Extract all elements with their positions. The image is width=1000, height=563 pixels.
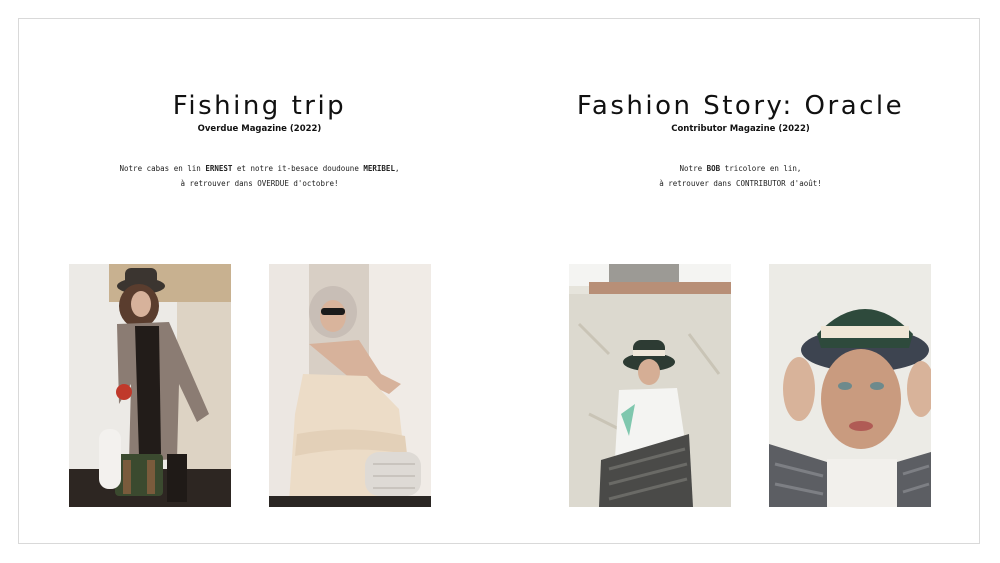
editorial-photo[interactable] <box>569 264 731 507</box>
story-fishing-trip: Fishing trip Overdue Magazine (2022) Not… <box>19 19 500 543</box>
story-subtitle: Contributor Magazine (2022) <box>671 124 810 134</box>
caption-line-2: à retrouver dans CONTRIBUTOR d'août! <box>659 178 822 188</box>
caption-text: Notre cabas en lin <box>119 164 206 173</box>
story-title: Fishing trip <box>172 91 347 121</box>
product-name: BOB <box>706 164 721 173</box>
product-name: MERIBEL <box>363 164 395 173</box>
story-fashion-story-oracle: Fashion Story: Oracle Contributor Magazi… <box>500 19 981 543</box>
caption-text: et notre it-besace doudoune <box>232 164 364 173</box>
content-frame: Fishing trip Overdue Magazine (2022) Not… <box>18 18 980 544</box>
editorial-photo[interactable] <box>769 264 931 507</box>
story-caption: Notre cabas en lin ERNEST et notre it-be… <box>19 162 500 191</box>
editorial-photo[interactable] <box>69 264 231 507</box>
caption-line-1: Notre BOB tricolore en lin, <box>500 162 981 177</box>
caption-text: Notre <box>679 164 707 173</box>
product-name: ERNEST <box>205 164 233 173</box>
editorial-photo[interactable] <box>269 264 431 507</box>
story-subtitle: Overdue Magazine (2022) <box>197 124 322 134</box>
caption-line-1: Notre cabas en lin ERNEST et notre it-be… <box>19 162 500 177</box>
story-title: Fashion Story: Oracle <box>576 91 905 121</box>
caption-line-2: à retrouver dans OVERDUE d'octobre! <box>180 178 339 188</box>
caption-text: , <box>394 164 400 173</box>
story-caption: Notre BOB tricolore en lin, à retrouver … <box>500 162 981 191</box>
caption-text: tricolore en lin, <box>720 164 802 173</box>
